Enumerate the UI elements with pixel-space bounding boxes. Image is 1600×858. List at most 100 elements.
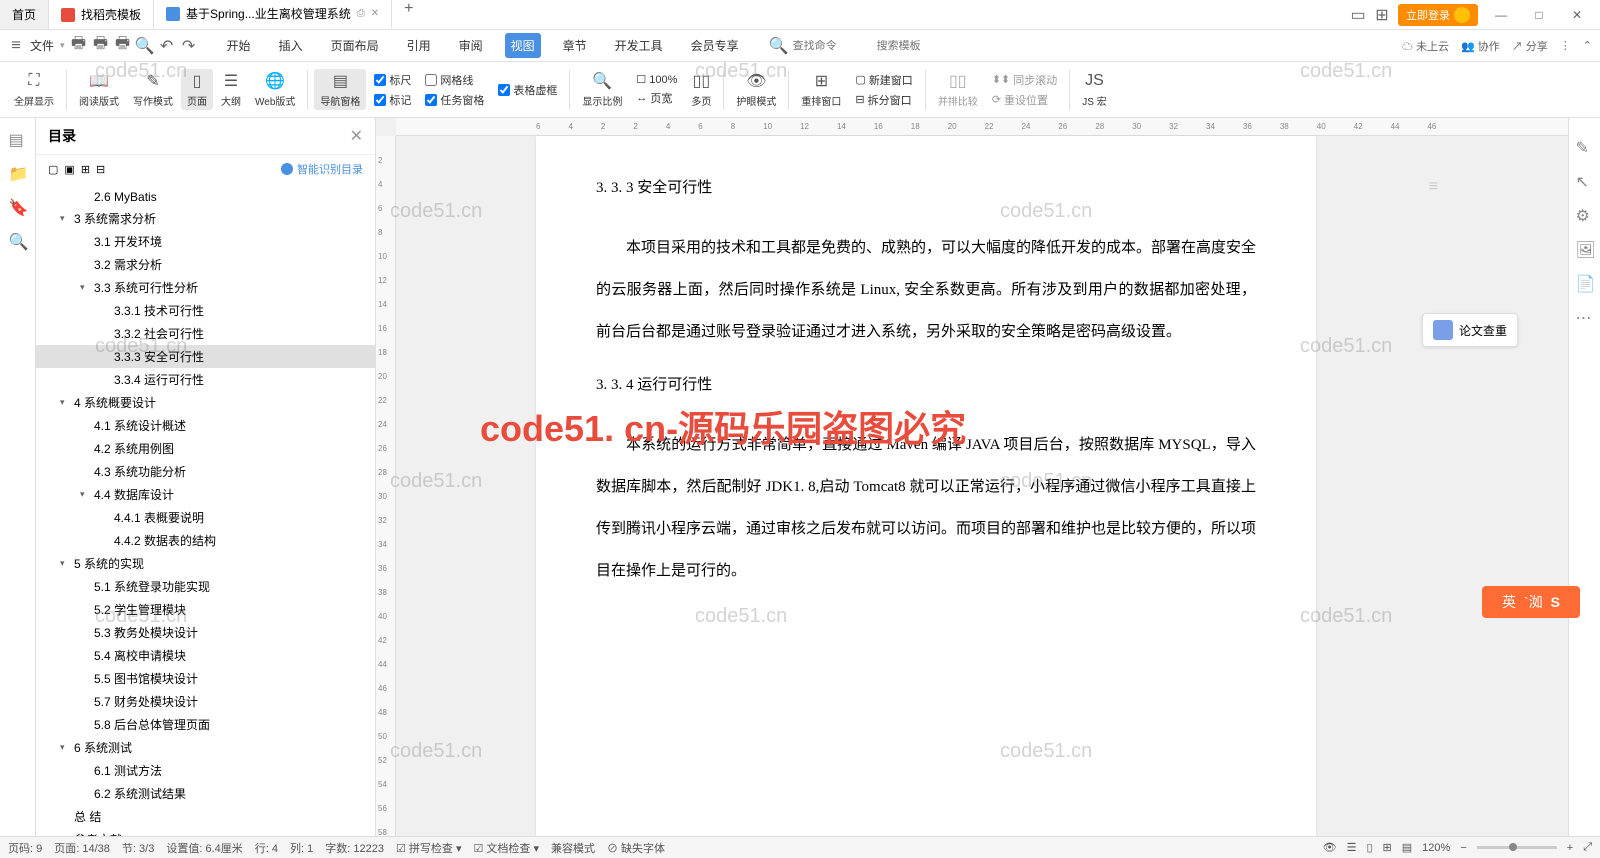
showratio-button[interactable]: 🔍显示比例 — [576, 69, 628, 110]
preview-icon[interactable]: 🔍 — [137, 38, 153, 54]
tree-item[interactable]: 5.3 教务处模块设计 — [36, 621, 375, 644]
chevron-down-icon[interactable]: ▾ — [60, 742, 70, 753]
eyecare-button[interactable]: 👁护眼模式 — [730, 69, 782, 110]
tree-item[interactable]: 5.8 后台总体管理页面 — [36, 713, 375, 736]
menu-icon[interactable]: ≡ — [8, 38, 24, 54]
more-icon[interactable]: ⋯ — [1576, 308, 1594, 326]
command-search[interactable]: 🔍 — [769, 36, 957, 56]
folder-icon[interactable]: 📁 — [9, 164, 27, 182]
more-icon[interactable]: ⋮ — [1560, 39, 1571, 52]
menu-tab-view[interactable]: 视图 — [505, 33, 541, 58]
tree-item[interactable]: 3.3.4 运行可行性 — [36, 368, 375, 391]
tab-pin-icon[interactable]: ⎙ — [357, 8, 365, 19]
document-page[interactable]: 3. 3. 3 安全可行性 本项目采用的技术和工具都是免费的、成熟的，可以大幅度… — [536, 136, 1316, 836]
undo-icon[interactable]: ↶ — [159, 38, 175, 54]
compat-mode[interactable]: 兼容模式 — [551, 840, 595, 856]
taskpane-checkbox[interactable]: 任务窗格 — [425, 92, 484, 108]
tree-item[interactable]: 4.3 系统功能分析 — [36, 460, 375, 483]
mark-checkbox[interactable]: 标记 — [374, 92, 411, 108]
ruler-checkbox[interactable]: 标尺 — [374, 72, 411, 88]
close-button[interactable]: ✕ — [1562, 8, 1592, 22]
page-button[interactable]: ▯页面 — [181, 69, 213, 110]
tab-document[interactable]: 基于Spring...业生离校管理系统⎙✕ — [154, 0, 392, 29]
chevron-down-icon[interactable]: ▾ — [60, 213, 70, 224]
layout-icon[interactable]: ▭ — [1350, 7, 1366, 23]
minimize-button[interactable]: — — [1486, 8, 1516, 22]
zoom-out-button[interactable]: − — [1460, 842, 1466, 854]
status-col[interactable]: 列: 1 — [290, 840, 313, 856]
status-chars[interactable]: 字数: 12223 — [325, 840, 384, 856]
tree-item[interactable]: 4.4.1 表概要说明 — [36, 506, 375, 529]
tree-item[interactable]: 3.3.1 技术可行性 — [36, 299, 375, 322]
writemode-button[interactable]: ✎写作模式 — [127, 69, 179, 110]
readmode-button[interactable]: 📖阅读版式 — [73, 69, 125, 110]
new-tab-button[interactable]: + — [392, 0, 425, 29]
chevron-down-icon[interactable]: ▾ — [60, 558, 70, 569]
chevron-down-icon[interactable]: ▾ — [60, 397, 70, 408]
navpane-button[interactable]: ▤导航窗格 — [314, 69, 366, 110]
doc-icon[interactable]: 📄 — [1576, 274, 1594, 292]
zoom-value[interactable]: 120% — [1422, 842, 1450, 854]
fullscreen-button[interactable]: ⛶全屏显示 — [8, 69, 60, 110]
grid-checkbox[interactable]: 网格线 — [425, 72, 484, 88]
spellcheck-button[interactable]: ☑ 拼写检查 ▾ — [396, 840, 462, 856]
tree-item[interactable]: 5.2 学生管理模块 — [36, 598, 375, 621]
close-icon[interactable]: ✕ — [371, 8, 379, 19]
tab-home[interactable]: 首页 — [0, 0, 49, 29]
menu-tab-references[interactable]: 引用 — [401, 33, 437, 58]
outline-button[interactable]: ☰大纲 — [215, 69, 247, 110]
webmode-button[interactable]: 🌐Web版式 — [249, 69, 301, 110]
redo-icon[interactable]: ↷ — [181, 38, 197, 54]
smart-outline-button[interactable]: 智能识别目录 — [281, 161, 363, 177]
pencil-icon[interactable]: ✎ — [1576, 138, 1594, 156]
menu-tab-start[interactable]: 开始 — [221, 33, 257, 58]
chevron-down-icon[interactable]: ▾ — [80, 282, 90, 293]
outline-close-icon[interactable]: ✕ — [350, 126, 363, 146]
share-button[interactable]: ↗ 分享 — [1512, 38, 1548, 54]
missingfont-button[interactable]: ⊘ 缺失字体 — [607, 840, 665, 856]
maximize-button[interactable]: □ — [1524, 8, 1554, 22]
menu-tab-vip[interactable]: 会员专享 — [685, 33, 745, 58]
tree-item[interactable]: 5.1 系统登录功能实现 — [36, 575, 375, 598]
pagewidth-button[interactable]: ↔ 页宽 — [636, 90, 677, 106]
menu-tab-layout[interactable]: 页面布局 — [325, 33, 385, 58]
collapse-icon[interactable]: ⌃ — [1583, 39, 1592, 52]
search-input[interactable] — [793, 40, 873, 52]
newwin-button[interactable]: ▢ 新建窗口 — [855, 72, 912, 88]
save-icon[interactable]: 🖶 — [71, 38, 87, 54]
indent-icon[interactable]: ≡ — [1429, 178, 1438, 196]
settings-icon[interactable]: ⚙ — [1576, 206, 1594, 224]
chevron-down-icon[interactable]: ▾ — [80, 489, 90, 500]
tree-item[interactable]: ▾6 系统测试 — [36, 736, 375, 759]
contentcheck-button[interactable]: ☑ 文档检查 ▾ — [473, 840, 539, 856]
tree-item[interactable]: ▾3.3 系统可行性分析 — [36, 276, 375, 299]
tree-item[interactable]: 总 结 — [36, 805, 375, 828]
tree-item[interactable]: 5.7 财务处模块设计 — [36, 690, 375, 713]
expand-icon[interactable]: ⤢ — [1583, 841, 1592, 854]
find-icon[interactable]: 🔍 — [9, 232, 27, 250]
status-setvalue[interactable]: 设置值: 6.4厘米 — [166, 840, 242, 856]
status-section[interactable]: 节: 3/3 — [122, 840, 154, 856]
tree-item[interactable]: 4.1 系统设计概述 — [36, 414, 375, 437]
saveas-icon[interactable]: 🖶 — [93, 38, 109, 54]
hundred-button[interactable]: ☐ 100% — [636, 73, 677, 86]
image-icon[interactable]: 🖼 — [1576, 240, 1594, 258]
status-page[interactable]: 页码: 9 — [8, 840, 42, 856]
tableframe-checkbox[interactable]: 表格虚框 — [498, 82, 557, 98]
tree-collapse-icon[interactable]: ▣ — [64, 163, 74, 176]
tree-item[interactable]: 4.2 系统用例图 — [36, 437, 375, 460]
tree-item[interactable]: 3.3.2 社会可行性 — [36, 322, 375, 345]
tree-item[interactable]: 5.4 离校申请模块 — [36, 644, 375, 667]
view-icon-1[interactable]: 👁 — [1323, 841, 1337, 854]
tree-item[interactable]: 2.6 MyBatis — [36, 187, 375, 207]
print-icon[interactable]: 🖶 — [115, 38, 131, 54]
menu-tab-insert[interactable]: 插入 — [273, 33, 309, 58]
rearrange-button[interactable]: ⊞重排窗口 — [795, 69, 847, 110]
toc-icon[interactable]: ▤ — [9, 130, 27, 148]
view-icon-4[interactable]: ⊞ — [1383, 841, 1392, 854]
ruler-horizontal[interactable]: 6422468101214161820222426283032343638404… — [396, 118, 1568, 136]
status-pages[interactable]: 页面: 14/38 — [54, 840, 110, 856]
collab-button[interactable]: 👥 协作 — [1461, 38, 1500, 54]
tree-item[interactable]: ▾3 系统需求分析 — [36, 207, 375, 230]
menu-tab-section[interactable]: 章节 — [557, 33, 593, 58]
